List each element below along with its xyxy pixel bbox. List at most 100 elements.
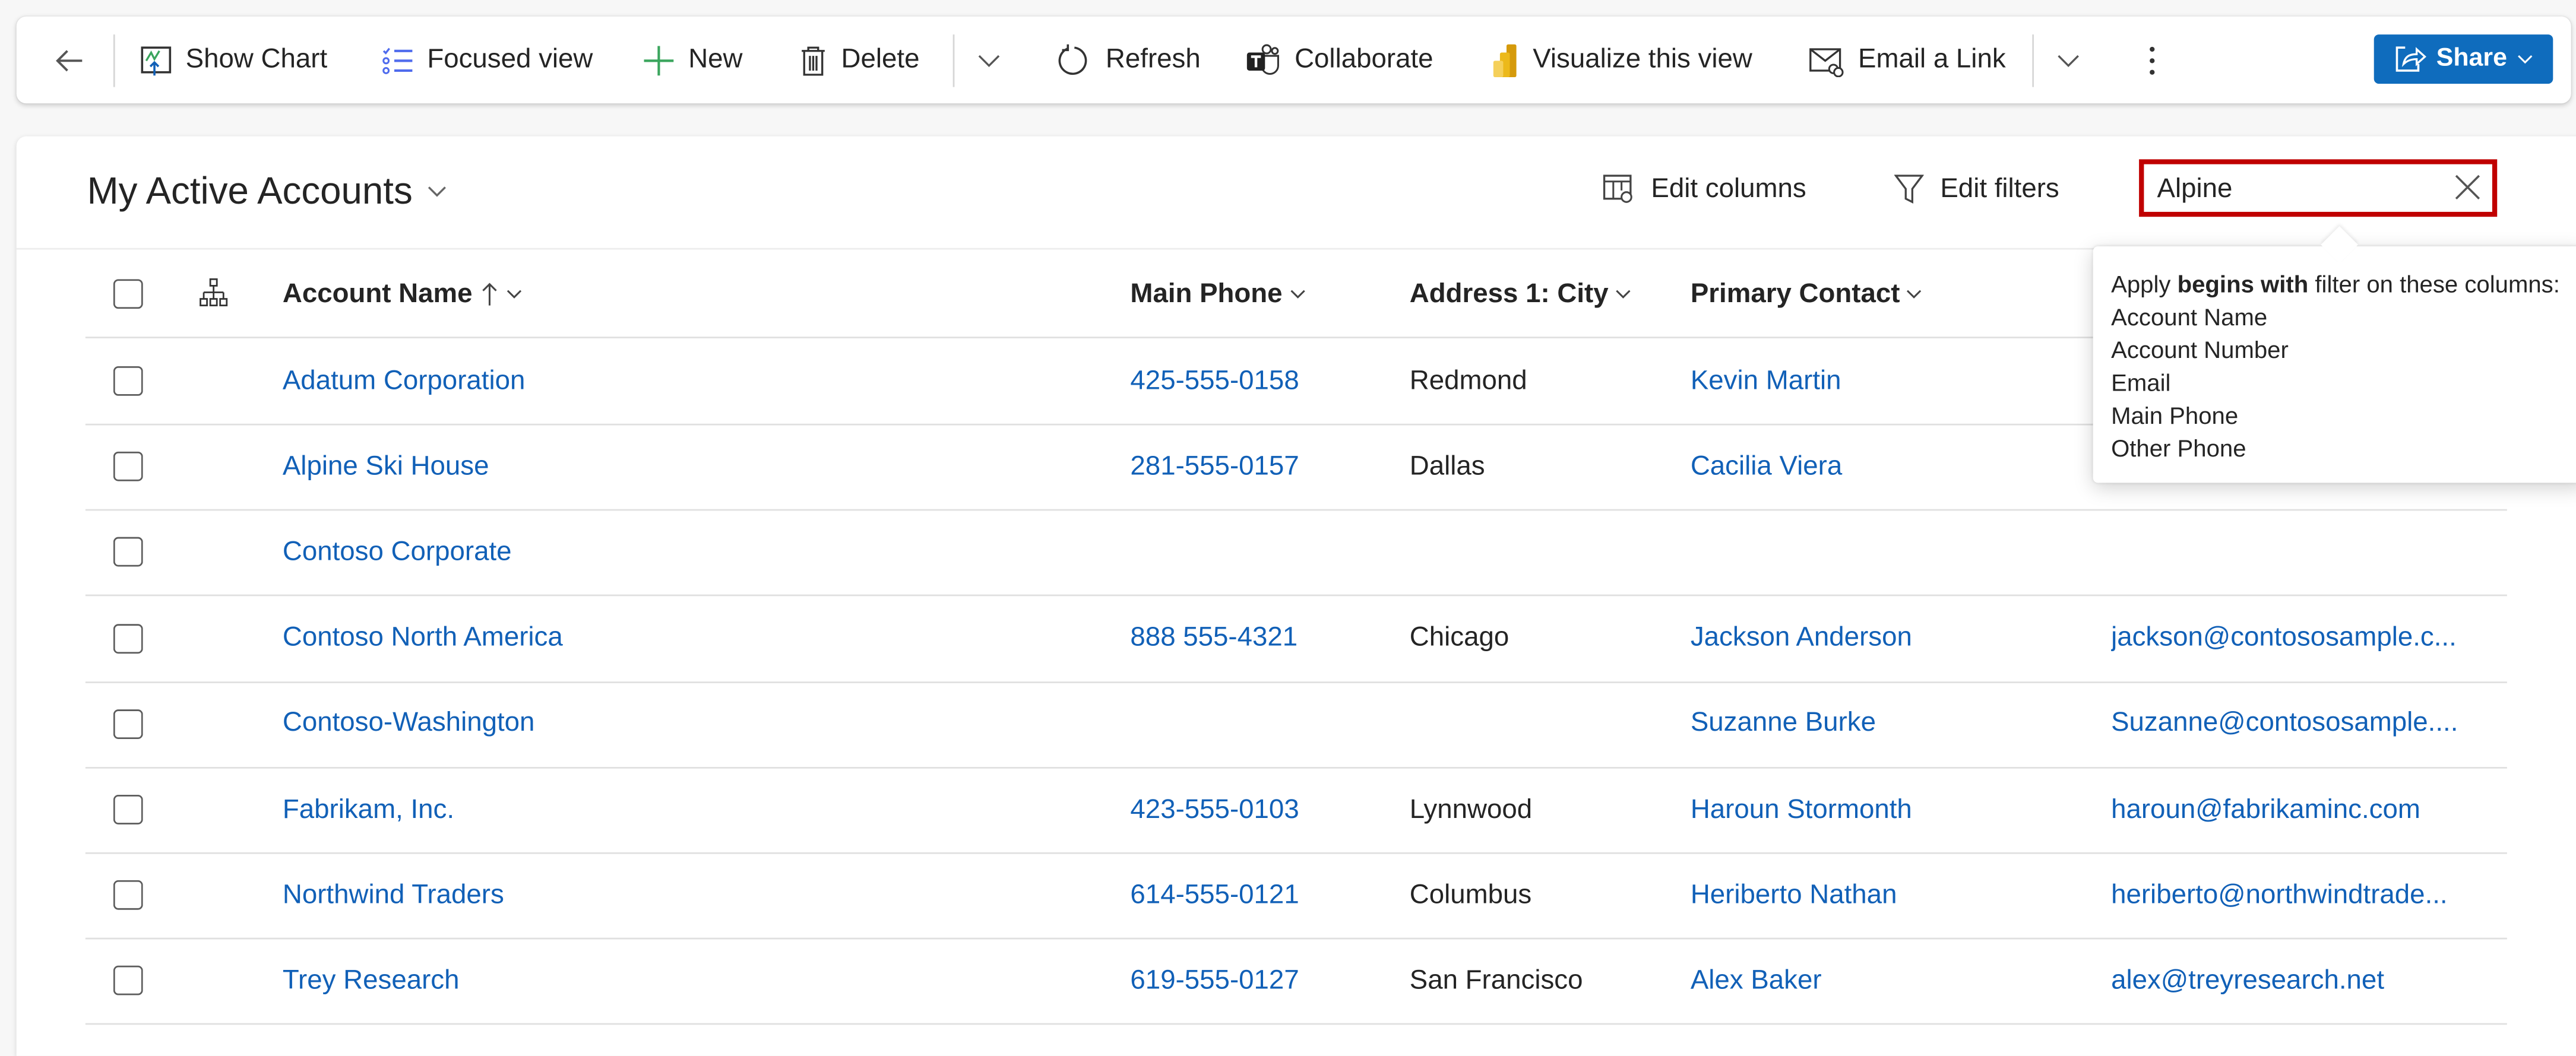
- checkbox[interactable]: [113, 279, 143, 309]
- email-link-label: Email a Link: [1858, 44, 2006, 74]
- row-select[interactable]: [113, 510, 143, 595]
- chevron-down-icon: [1616, 290, 1631, 299]
- checkbox[interactable]: [113, 623, 143, 653]
- main-phone-link[interactable]: 423-555-0103: [1130, 767, 1376, 852]
- account-name-link[interactable]: Contoso Corporate: [283, 510, 1071, 595]
- email-link[interactable]: haroun@fabrikaminc.com: [2111, 767, 2505, 852]
- account-name-link[interactable]: Northwind Traders: [283, 852, 1071, 938]
- app-stage: Show Chart Focused view New Delete Refre…: [0, 0, 2576, 1056]
- checkbox[interactable]: [113, 795, 143, 824]
- primary-contact-link[interactable]: Cacilia Viera: [1691, 424, 2085, 509]
- row-select[interactable]: [113, 938, 143, 1024]
- city-cell: Redmond: [1409, 365, 1527, 395]
- account-name-link[interactable]: Trey Research: [283, 938, 1071, 1024]
- table-row[interactable]: Contoso-Washington Suzanne Burke Suzanne@c…: [85, 681, 2507, 769]
- refresh-icon: [1058, 43, 1087, 74]
- share-button[interactable]: Share: [2374, 34, 2553, 84]
- select-all-checkbox[interactable]: [113, 251, 143, 337]
- row-select[interactable]: [113, 852, 143, 938]
- email-link[interactable]: jackson@contososample.c...: [2111, 595, 2505, 681]
- main-phone-link[interactable]: 619-555-0127: [1130, 938, 1376, 1024]
- focused-view-button[interactable]: Focused view: [381, 17, 593, 104]
- main-phone-link[interactable]: [1130, 681, 1376, 767]
- primary-contact-link[interactable]: Jackson Anderson: [1691, 595, 2085, 681]
- new-button[interactable]: New: [643, 17, 743, 104]
- email-link[interactable]: alex@treyresearch.net: [2111, 938, 2505, 1024]
- row-select[interactable]: [113, 595, 143, 681]
- refresh-label: Refresh: [1105, 44, 1201, 74]
- email-link-icon: [1809, 47, 1844, 77]
- more-vertical-icon: [2150, 46, 2155, 74]
- primary-contact-link[interactable]: Kevin Martin: [1691, 338, 2085, 424]
- collaborate-label: Collaborate: [1295, 44, 1433, 74]
- divider: [2032, 34, 2034, 87]
- checkbox[interactable]: [113, 537, 143, 567]
- row-select[interactable]: [113, 424, 143, 509]
- city-cell: Dallas: [1409, 451, 1485, 481]
- main-phone-link[interactable]: 281-555-0157: [1130, 424, 1376, 509]
- overflow-dropdown[interactable]: [2055, 17, 2081, 104]
- search-help-tooltip: Apply begins with filter on these column…: [2093, 246, 2576, 483]
- edit-filters-button[interactable]: Edit filters: [1894, 172, 2059, 205]
- account-name-link[interactable]: Alpine Ski House: [283, 424, 1071, 509]
- row-select[interactable]: [113, 681, 143, 767]
- keyword-filter-input[interactable]: [2157, 170, 2436, 207]
- primary-contact-link[interactable]: Alex Baker: [1691, 938, 2085, 1024]
- column-header-account-name[interactable]: Account Name: [283, 251, 522, 337]
- checkbox[interactable]: [113, 366, 143, 396]
- view-selector[interactable]: My Active Accounts: [87, 169, 449, 214]
- primary-contact-link[interactable]: Suzanne Burke: [1691, 681, 2085, 767]
- tooltip-column: Other Phone: [2111, 436, 2246, 464]
- table-row[interactable]: Contoso Corporate: [85, 510, 2507, 597]
- table-row[interactable]: Contoso North America 888 555-4321 Chicago…: [85, 595, 2507, 683]
- primary-contact-link[interactable]: Heriberto Nathan: [1691, 852, 2085, 938]
- more-commands-dropdown[interactable]: [976, 17, 1002, 104]
- account-name-link[interactable]: Fabrikam, Inc.: [283, 767, 1071, 852]
- primary-contact-link[interactable]: Haroun Stormonth: [1691, 767, 2085, 852]
- sort-ascending-icon: [482, 283, 496, 306]
- main-phone-link[interactable]: 614-555-0121: [1130, 852, 1376, 938]
- account-name-link[interactable]: Adatum Corporation: [283, 338, 1071, 424]
- tooltip-column: Account Number: [2111, 338, 2289, 365]
- column-header-primary-contact[interactable]: Primary Contact: [1691, 251, 1923, 337]
- table-row[interactable]: Fabrikam, Inc. 423-555-0103 Lynnwood Haroun…: [85, 767, 2507, 854]
- hierarchy-button[interactable]: [197, 251, 230, 337]
- refresh-button[interactable]: Refresh: [1056, 17, 1201, 104]
- account-name-link[interactable]: Contoso-Washington: [283, 681, 1071, 767]
- chevron-down-icon: [2058, 54, 2079, 66]
- city-cell: Lynnwood: [1409, 794, 1533, 824]
- checkbox[interactable]: [113, 452, 143, 482]
- table-row[interactable]: Trey Research 619-555-0127 San Francisco Al…: [85, 938, 2507, 1026]
- checkbox[interactable]: [113, 709, 143, 739]
- email-link[interactable]: [2111, 510, 2505, 595]
- edit-columns-button[interactable]: Edit columns: [1602, 172, 1806, 205]
- email-link[interactable]: heriberto@northwindtrade...: [2111, 852, 2505, 938]
- chevron-down-icon: [978, 54, 1000, 66]
- checkbox[interactable]: [113, 880, 143, 911]
- power-bi-icon: [1493, 43, 1517, 77]
- column-header-city[interactable]: Address 1: City: [1410, 251, 1632, 337]
- close-icon: [2455, 175, 2480, 200]
- main-phone-link[interactable]: [1130, 510, 1376, 595]
- back-button[interactable]: [53, 17, 86, 104]
- show-chart-button[interactable]: Show Chart: [140, 17, 327, 104]
- checkbox[interactable]: [113, 966, 143, 996]
- teams-icon: [1246, 43, 1279, 74]
- primary-contact-link[interactable]: [1691, 510, 2085, 595]
- row-select[interactable]: [113, 767, 143, 852]
- delete-button[interactable]: Delete: [799, 17, 919, 104]
- visualize-view-button[interactable]: Visualize this view: [1490, 17, 1752, 104]
- clear-search-button[interactable]: [2453, 172, 2483, 210]
- email-link-button[interactable]: Email a Link: [1809, 17, 2006, 104]
- more-options-button[interactable]: [2147, 17, 2157, 104]
- collaborate-button[interactable]: Collaborate: [1245, 17, 1433, 104]
- chart-icon: [141, 46, 172, 75]
- column-header-main-phone[interactable]: Main Phone: [1130, 251, 1305, 337]
- email-link[interactable]: Suzanne@contososample....: [2111, 681, 2505, 767]
- chevron-down-icon: [1290, 290, 1305, 299]
- account-name-link[interactable]: Contoso North America: [283, 595, 1071, 681]
- main-phone-link[interactable]: 888 555-4321: [1130, 595, 1376, 681]
- row-select[interactable]: [113, 338, 143, 424]
- main-phone-link[interactable]: 425-555-0158: [1130, 338, 1376, 424]
- table-row[interactable]: Northwind Traders 614-555-0121 Columbus Her…: [85, 852, 2507, 940]
